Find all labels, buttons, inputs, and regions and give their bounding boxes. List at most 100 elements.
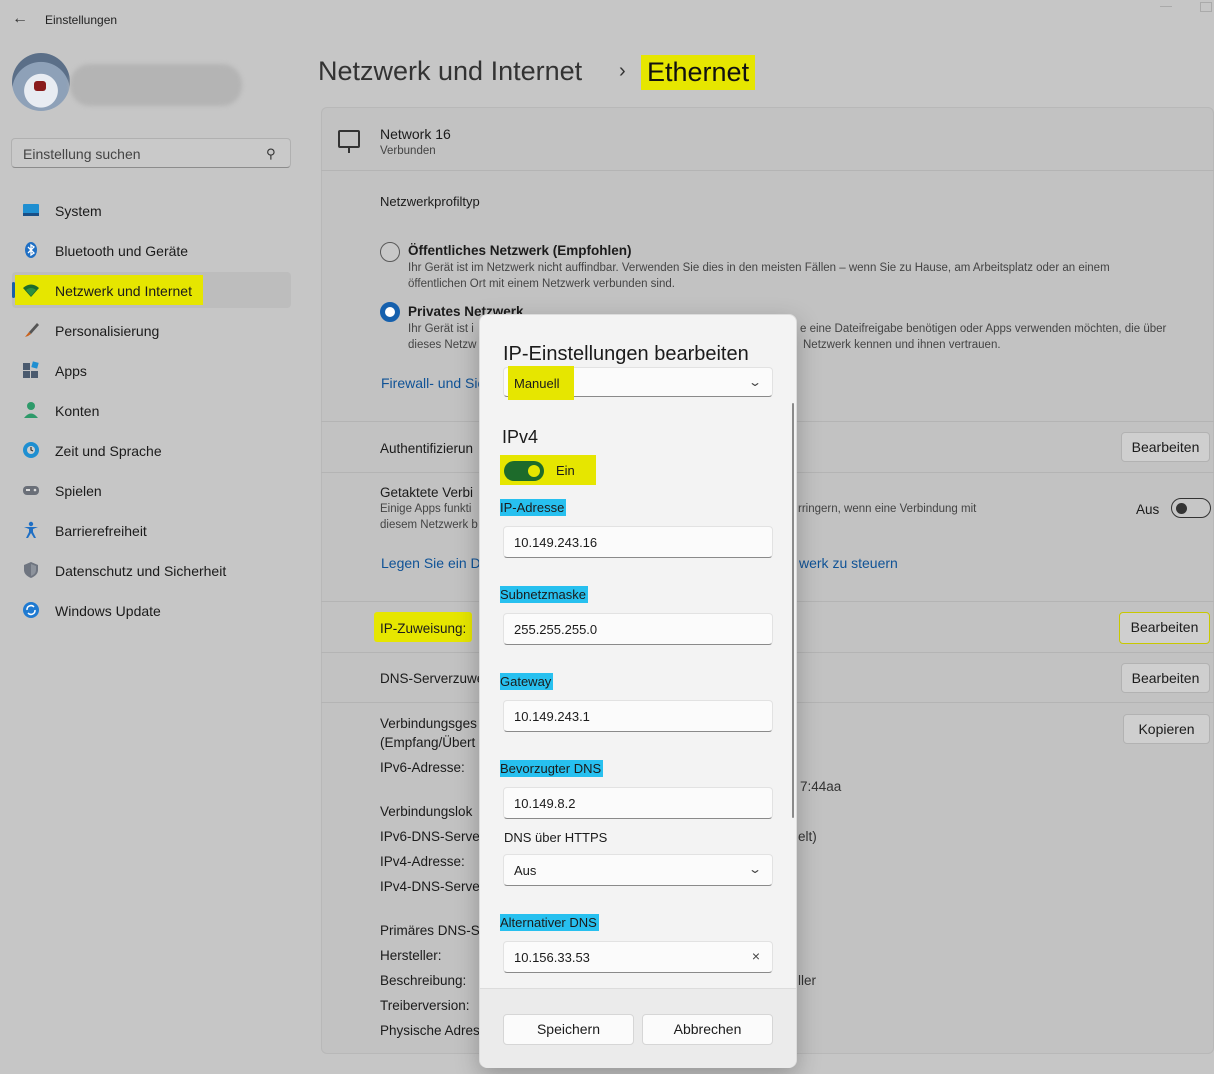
alternate-dns-field[interactable]: 10.156.33.53 × [503, 941, 773, 973]
ip-address-field[interactable]: 10.149.243.16 [503, 526, 773, 558]
alternate-dns-value: 10.156.33.53 [514, 950, 590, 965]
private-network-desc-2: dieses Netzw [408, 339, 477, 351]
sidebar-item-apps[interactable]: Apps [12, 352, 291, 388]
ip-mode-select[interactable]: Manuell ⌄ [503, 366, 773, 400]
sidebar-item-personalization[interactable]: Personalisierung [12, 312, 291, 348]
network-name: Network 16 [380, 126, 451, 142]
prop-physical-address: Physische Adres [380, 1023, 480, 1038]
metered-toggle[interactable] [1171, 498, 1211, 518]
sidebar-item-privacy[interactable]: Datenschutz und Sicherheit [12, 552, 291, 588]
sidebar-item-time-language[interactable]: Zeit und Sprache [12, 432, 291, 468]
alternate-dns-label: Alternativer DNS [500, 914, 599, 931]
profile-heading: Netzwerkprofiltyp [380, 194, 480, 209]
sidebar-item-label: Bluetooth und Geräte [55, 243, 189, 259]
metered-desc-tail: rringern, wenn eine Verbindung mit [798, 503, 977, 515]
dns-assignment-label: DNS-Serverzuwe [380, 671, 485, 686]
dialog-scroll-area[interactable]: Manuell ⌄ IPv4 Ein IP-Adresse 10.149.243… [500, 365, 780, 989]
firewall-link[interactable]: Firewall- und Sic [381, 375, 484, 391]
prop-primary-dns: Primäres DNS-S [380, 923, 480, 938]
preferred-dns-value: 10.149.8.2 [514, 796, 576, 811]
ip-settings-dialog: IP-Einstellungen bearbeiten Manuell ⌄ IP… [479, 314, 797, 1068]
prop-manufacturer: Hersteller: [380, 948, 442, 963]
preferred-dns-label: Bevorzugter DNS [500, 760, 604, 777]
prop-link-local: Verbindungslok [380, 804, 473, 819]
subnet-mask-value: 255.255.255.0 [514, 622, 598, 637]
bluetooth-icon [25, 242, 37, 258]
maximize-icon[interactable] [1200, 2, 1212, 12]
metered-toggle-state: Aus [1136, 502, 1160, 517]
sidebar-item-network[interactable]: Netzwerk und Internet [12, 272, 291, 308]
sidebar-item-label: Barrierefreiheit [55, 523, 147, 539]
breadcrumb-separator: › [619, 60, 626, 82]
ipv4-toggle-row: Ein [500, 455, 596, 485]
update-icon [23, 602, 39, 618]
breadcrumb-parent[interactable]: Netzwerk und Internet [318, 56, 582, 87]
radio-private-network[interactable] [380, 302, 400, 322]
dialog-title: IP-Einstellungen bearbeiten [503, 343, 749, 365]
sidebar-item-label: Spielen [55, 483, 102, 499]
prop-ipv4-dns: IPv4-DNS-Serve [380, 879, 480, 894]
title-bar: ← Einstellungen [0, 0, 1214, 40]
ipv4-toggle[interactable] [504, 461, 544, 481]
page-title: Ethernet [641, 55, 756, 90]
ip-assignment-label: IP-Zuweisung: [380, 621, 467, 636]
divider [321, 170, 1214, 171]
sidebar-item-system[interactable]: System [12, 192, 291, 228]
dialog-scrollbar[interactable] [792, 403, 794, 818]
sidebar-item-label: System [55, 203, 102, 219]
sidebar-item-bluetooth[interactable]: Bluetooth und Geräte [12, 232, 291, 268]
sidebar-item-label: Zeit und Sprache [55, 443, 162, 459]
gateway-value: 10.149.243.1 [514, 709, 590, 724]
network-status: Verbunden [380, 145, 436, 157]
dns-https-select[interactable]: Aus ⌄ [503, 854, 773, 886]
sidebar-item-label: Apps [55, 363, 87, 379]
sidebar-item-accounts[interactable]: Konten [12, 392, 291, 428]
copy-button[interactable]: Kopieren [1123, 714, 1210, 744]
preferred-dns-field[interactable]: 10.149.8.2 [503, 787, 773, 819]
accessibility-icon [24, 521, 38, 538]
gateway-field[interactable]: 10.149.243.1 [503, 700, 773, 732]
minimize-icon[interactable] [1160, 6, 1172, 7]
sidebar-item-gaming[interactable]: Spielen [12, 472, 291, 508]
data-limit-link[interactable]: Legen Sie ein Da [381, 555, 488, 571]
search-input[interactable]: Einstellung suchen ⚲ [11, 138, 291, 168]
sidebar-item-label: Windows Update [55, 603, 161, 619]
dialog-footer: Speichern Abbrechen [480, 988, 796, 1068]
wifi-icon [23, 284, 39, 297]
search-icon: ⚲ [266, 146, 276, 161]
globe-clock-icon [23, 442, 39, 458]
ipv4-heading: IPv4 [502, 427, 539, 447]
dns-assignment-edit-button[interactable]: Bearbeiten [1121, 663, 1210, 693]
chevron-down-icon: ⌄ [747, 862, 763, 876]
sidebar-item-label: Datenschutz und Sicherheit [55, 563, 227, 579]
subnet-mask-field[interactable]: 255.255.255.0 [503, 613, 773, 645]
apps-icon [23, 361, 39, 378]
prop-ipv6-address: IPv6-Adresse: [380, 760, 465, 775]
save-button[interactable]: Speichern [503, 1014, 634, 1045]
private-network-desc: Ihr Gerät ist i [408, 323, 474, 335]
prop-link-speed-2: (Empfang/Übert [380, 735, 476, 750]
dns-https-label: DNS über HTTPS [504, 830, 608, 845]
toggle-knob [528, 465, 540, 477]
avatar[interactable] [12, 53, 70, 111]
prop-link-speed: Verbindungsges [380, 716, 477, 731]
sidebar-item-windows-update[interactable]: Windows Update [12, 592, 291, 628]
prop-ipv6-dns: IPv6-DNS-Serve [380, 829, 480, 844]
ip-assignment-edit-button[interactable]: Bearbeiten [1119, 612, 1210, 644]
sidebar-item-label: Netzwerk und Internet [55, 283, 192, 299]
auth-edit-button[interactable]: Bearbeiten [1121, 432, 1210, 462]
gamepad-icon [23, 486, 39, 495]
radio-public-network[interactable] [380, 242, 400, 262]
clear-icon[interactable]: × [752, 948, 760, 964]
data-limit-link-tail[interactable]: werk zu steuern [799, 555, 898, 571]
toggle-knob [1176, 503, 1187, 514]
metered-desc: Einige Apps funkti [380, 503, 472, 515]
prop-ipv6-tail: 7:44aa [800, 779, 842, 794]
prop-description-tail: ller [798, 973, 817, 988]
sidebar-item-accessibility[interactable]: Barrierefreiheit [12, 512, 291, 548]
public-network-desc-2: öffentlichen Ort mit einem Netzwerk verb… [408, 278, 675, 290]
arrow-left-icon[interactable]: ← [12, 10, 28, 28]
cancel-button[interactable]: Abbrechen [642, 1014, 773, 1045]
search-placeholder: Einstellung suchen [23, 146, 141, 162]
auth-label: Authentifizierun [380, 441, 474, 456]
